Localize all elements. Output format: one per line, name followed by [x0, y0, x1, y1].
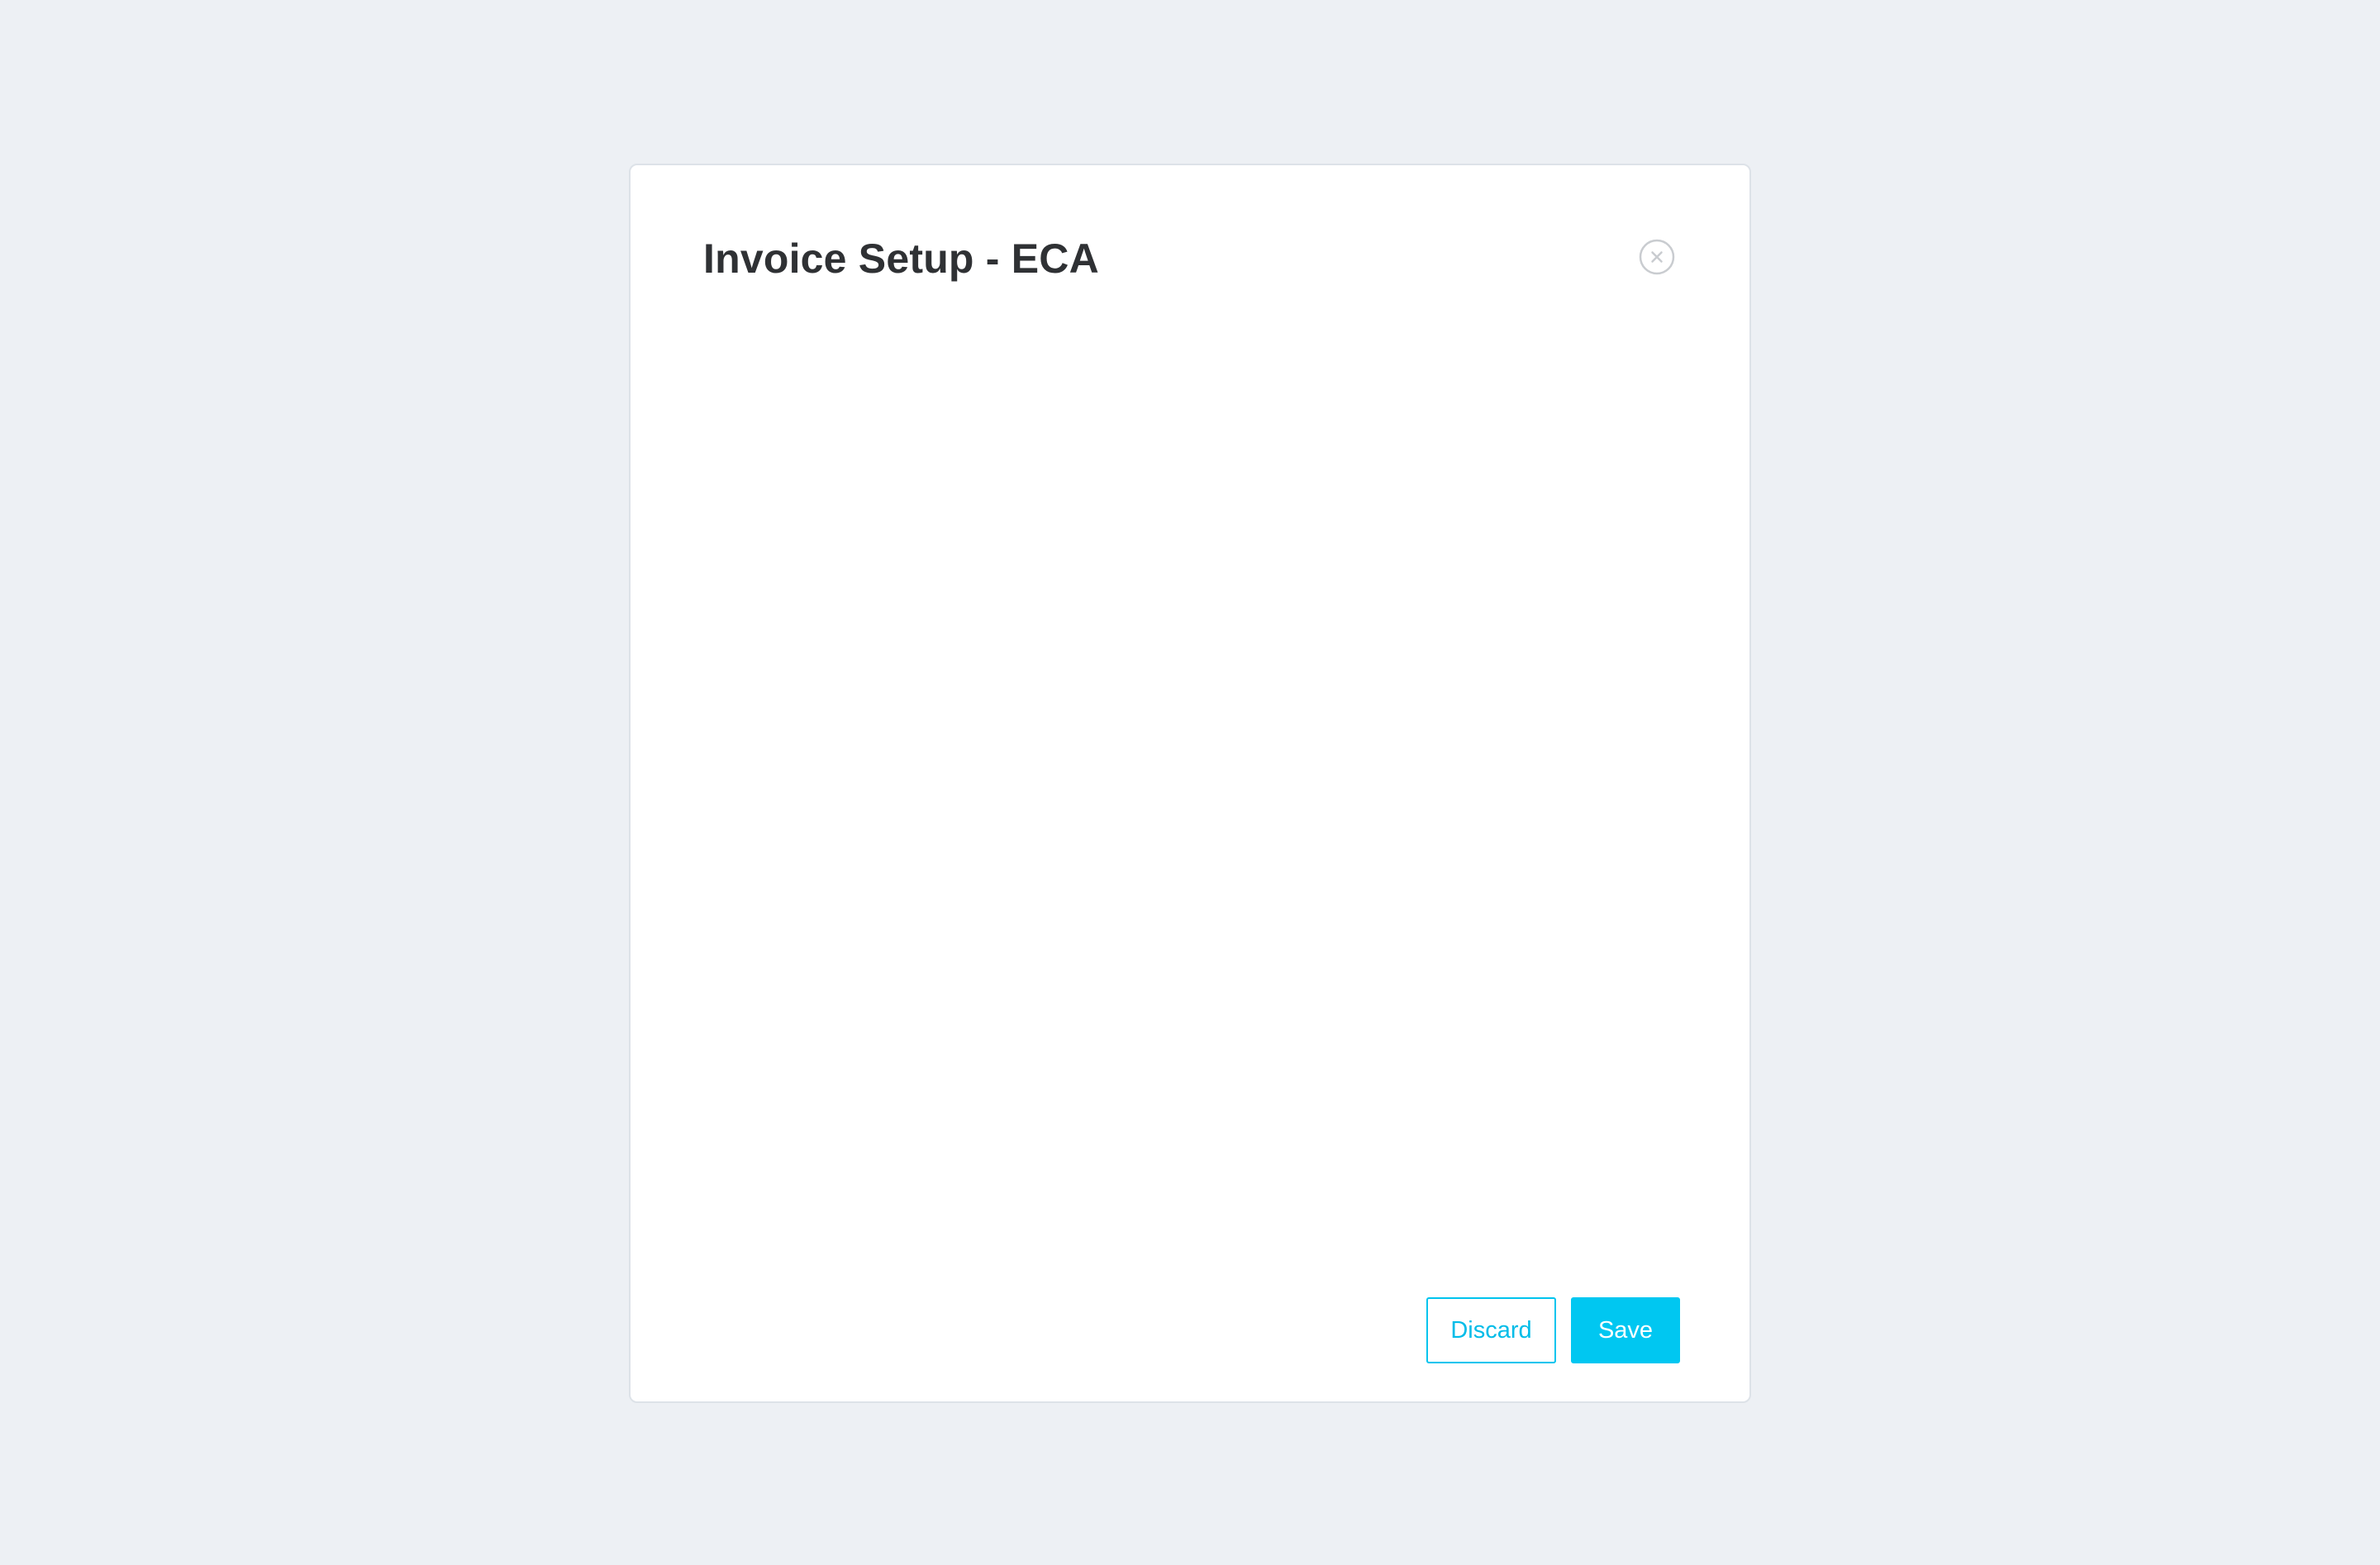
discard-button[interactable]: Discard [1426, 1297, 1556, 1363]
invoice-setup-modal: Invoice Setup - ECA Discard Save [629, 164, 1751, 1403]
modal-body [703, 314, 1677, 1286]
close-circle-icon [1639, 239, 1675, 275]
close-button[interactable] [1638, 238, 1676, 276]
page-background: Invoice Setup - ECA Discard Save [0, 0, 2380, 1565]
modal-actions: Discard Save [1426, 1297, 1680, 1363]
save-button[interactable]: Save [1571, 1297, 1680, 1363]
modal-title: Invoice Setup - ECA [703, 235, 1099, 282]
